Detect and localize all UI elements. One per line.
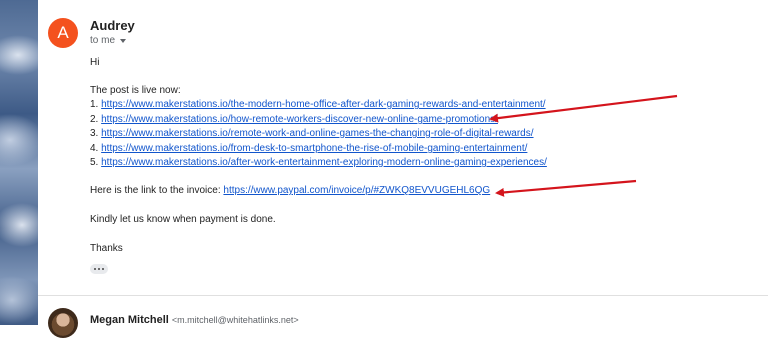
list-item: 3. https://www.makerstations.io/remote-w… <box>90 128 534 139</box>
article-link[interactable]: https://www.makerstations.io/after-work-… <box>101 157 547 168</box>
list-item: 4. https://www.makerstations.io/from-des… <box>90 143 527 154</box>
chevron-down-icon[interactable] <box>120 38 127 43</box>
intro-text: The post is live now: <box>90 85 181 96</box>
next-sender-email: <m.mitchell@whitehatlinks.net> <box>171 315 299 325</box>
list-number: 4. <box>90 143 99 154</box>
list-item: 2. https://www.makerstations.io/how-remo… <box>90 114 498 125</box>
article-link[interactable]: https://www.makerstations.io/from-desk-t… <box>101 143 527 154</box>
invoice-label: Here is the link to the invoice: <box>90 185 224 196</box>
next-message-sender[interactable]: Megan Mitchell <m.mitchell@whitehatlinks… <box>90 314 299 326</box>
invoice-line: Here is the link to the invoice: https:/… <box>90 185 490 196</box>
list-number: 3. <box>90 128 99 139</box>
email-message: A Audrey to me Hi The post is live now: … <box>38 0 768 338</box>
recipient-label: to me <box>90 35 116 46</box>
sender-name[interactable]: Audrey <box>90 18 135 33</box>
sender-avatar[interactable]: A <box>48 18 78 48</box>
article-link[interactable]: https://www.makerstations.io/the-modern-… <box>101 99 545 110</box>
list-number: 5. <box>90 157 99 168</box>
list-item: 5. https://www.makerstations.io/after-wo… <box>90 157 547 168</box>
invoice-link[interactable]: https://www.paypal.com/invoice/p/#ZWKQ8E… <box>223 185 490 196</box>
article-link[interactable]: https://www.makerstations.io/remote-work… <box>101 128 533 139</box>
next-sender-name: Megan Mitchell <box>90 314 169 326</box>
payment-note: Kindly let us know when payment is done. <box>90 214 276 225</box>
article-link[interactable]: https://www.makerstations.io/how-remote-… <box>101 114 498 125</box>
avatar[interactable] <box>48 308 78 338</box>
list-number: 2. <box>90 114 99 125</box>
message-divider <box>38 295 768 296</box>
background-wallpaper <box>0 0 38 325</box>
show-trimmed-content-button[interactable] <box>90 264 108 274</box>
greeting-text: Hi <box>90 57 100 68</box>
recipient-line[interactable]: to me <box>90 35 127 46</box>
list-number: 1. <box>90 99 99 110</box>
list-item: 1. https://www.makerstations.io/the-mode… <box>90 99 546 110</box>
signoff-text: Thanks <box>90 243 123 254</box>
